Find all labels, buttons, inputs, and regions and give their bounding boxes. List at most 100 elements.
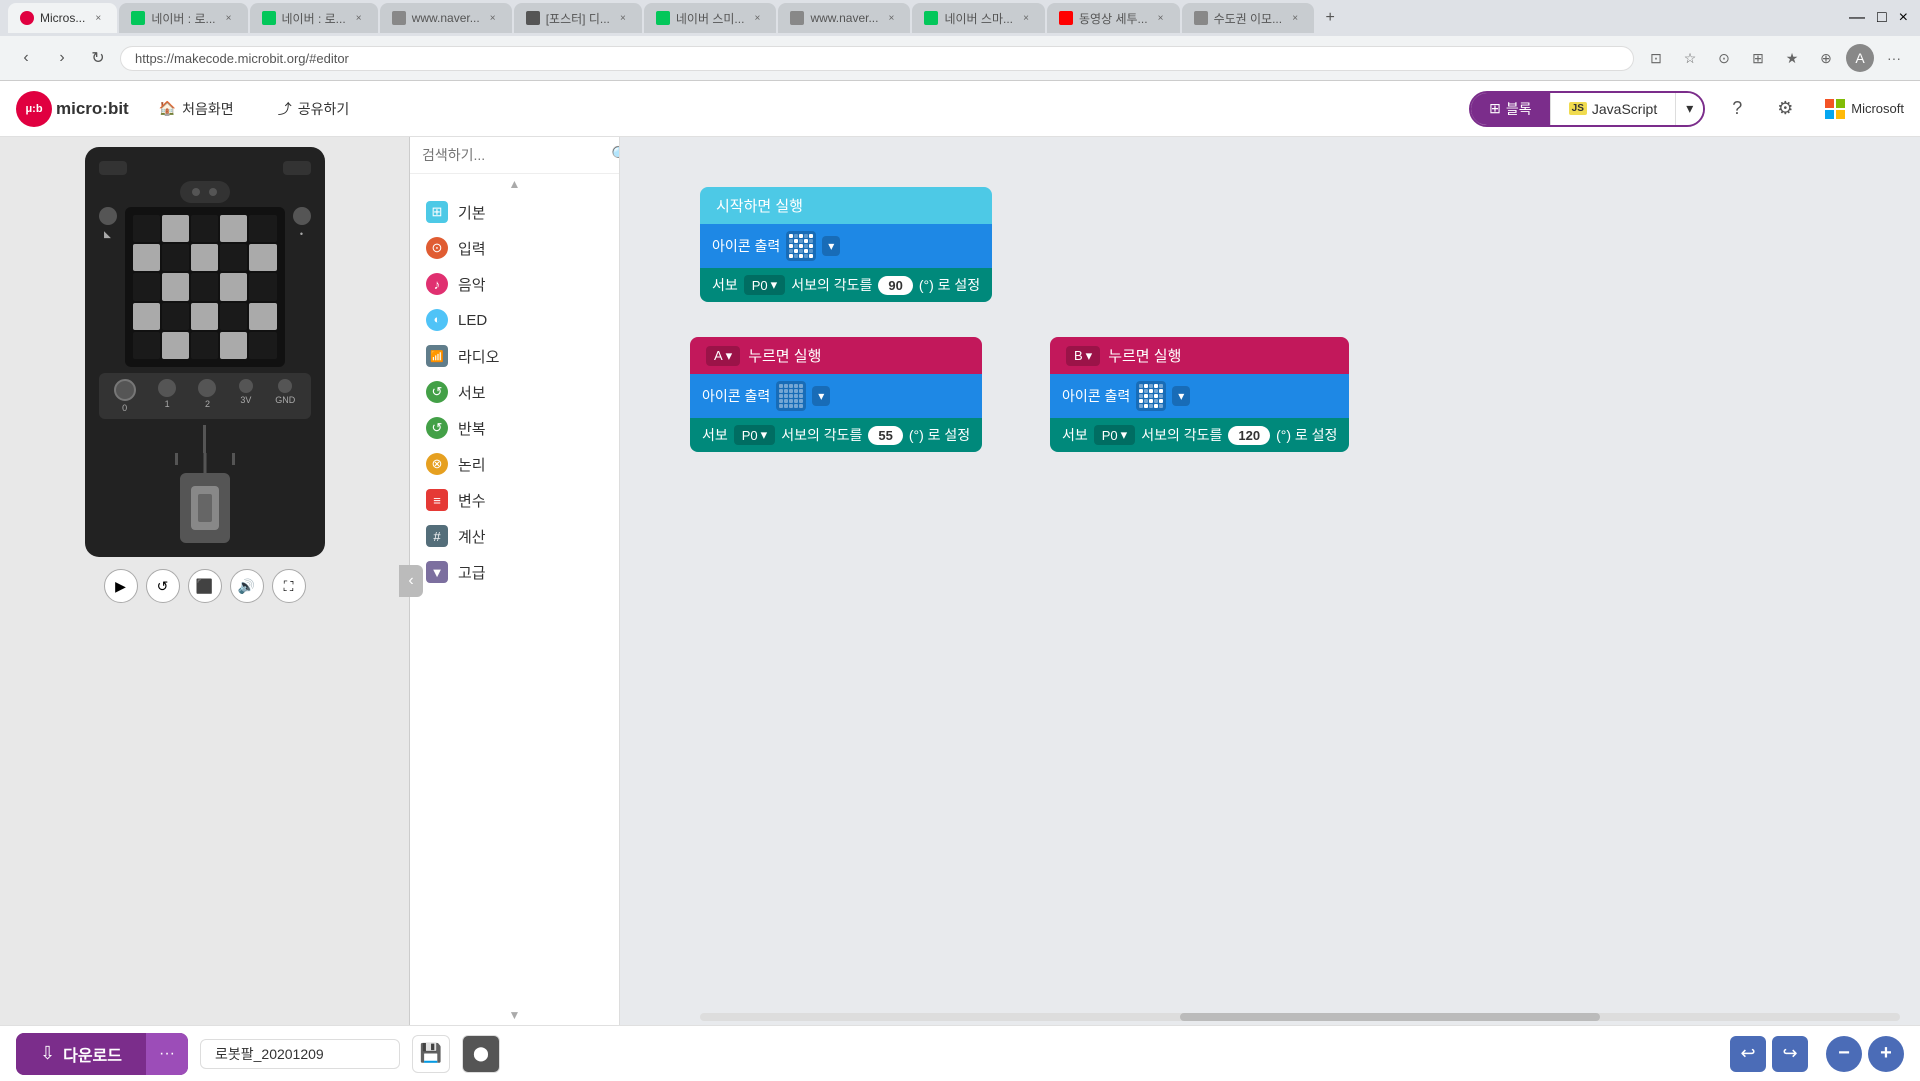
icon-output-block-b[interactable]: 아이콘 출력: [1050, 374, 1349, 418]
category-advanced[interactable]: ▼ 고급: [410, 554, 619, 590]
favorites-bar-icon[interactable]: ★: [1778, 44, 1806, 72]
category-basic[interactable]: ⊞ 기본: [410, 194, 619, 230]
button-b-header[interactable]: B ▾ 누르면 실행: [1050, 337, 1349, 374]
pin-dropdown-b[interactable]: P0 ▾: [1094, 425, 1135, 445]
button-a[interactable]: [99, 207, 117, 225]
collapse-panel-button[interactable]: ‹: [399, 565, 423, 597]
scroll-up-button[interactable]: ▲: [410, 174, 619, 194]
close-button[interactable]: ×: [1895, 5, 1912, 31]
icon-output-block-a[interactable]: 아이콘 출력: [690, 374, 982, 418]
tab-close[interactable]: ×: [616, 11, 630, 25]
tab-close[interactable]: ×: [352, 11, 366, 25]
tab-naver3[interactable]: 네이버 스미... ×: [644, 3, 777, 33]
minimize-button[interactable]: —: [1845, 5, 1869, 31]
start-block-header[interactable]: 시작하면 실행: [700, 187, 992, 224]
tab-naver4[interactable]: 네이버 스마... ×: [912, 3, 1045, 33]
angle-value-b[interactable]: 120: [1228, 426, 1270, 445]
restart-button[interactable]: ↺: [146, 569, 180, 603]
button-b-dropdown[interactable]: B ▾: [1066, 346, 1100, 366]
led-grid-icon[interactable]: [786, 231, 816, 261]
angle-value-a[interactable]: 55: [868, 426, 902, 445]
new-tab-button[interactable]: +: [1316, 4, 1344, 32]
fullscreen-button[interactable]: ⛶: [272, 569, 306, 603]
category-logic[interactable]: ⊗ 논리: [410, 446, 619, 482]
tab-microbit[interactable]: Micros... ×: [8, 3, 117, 33]
blocks-tab[interactable]: ⊞ 블록: [1471, 93, 1550, 125]
tab-poster[interactable]: [포스터] 디... ×: [514, 3, 642, 33]
category-led[interactable]: ◐ LED: [410, 302, 619, 338]
category-radio[interactable]: 📶 라디오: [410, 338, 619, 374]
icon-dropdown-b[interactable]: ▾: [1172, 386, 1190, 406]
code-canvas[interactable]: 시작하면 실행 아이콘 출력: [620, 137, 1920, 1025]
more-options-button[interactable]: ···: [146, 1033, 188, 1075]
tab-naver1[interactable]: 네이버 : 로... ×: [119, 3, 247, 33]
pin-dropdown[interactable]: P0 ▾: [744, 275, 785, 295]
tab-close[interactable]: ×: [750, 11, 764, 25]
tab-www1[interactable]: www.naver... ×: [380, 3, 512, 33]
category-math[interactable]: # 계산: [410, 518, 619, 554]
tab-metro[interactable]: 수도권 이모... ×: [1182, 3, 1315, 33]
icon-output-block-1[interactable]: 아이콘 출력: [700, 224, 992, 268]
filename-input[interactable]: [200, 1039, 400, 1069]
collections-icon[interactable]: ⊞: [1744, 44, 1772, 72]
icon-dropdown-a[interactable]: ▾: [812, 386, 830, 406]
favorites-icon[interactable]: ☆: [1676, 44, 1704, 72]
search-input[interactable]: [422, 147, 603, 163]
tab-close[interactable]: ×: [1019, 11, 1033, 25]
language-dropdown[interactable]: ▾: [1675, 93, 1703, 125]
category-loops[interactable]: ↺ 반복: [410, 410, 619, 446]
forward-button[interactable]: ›: [48, 44, 76, 72]
help-button[interactable]: ?: [1721, 93, 1753, 125]
tab-close[interactable]: ×: [486, 11, 500, 25]
angle-value[interactable]: 90: [878, 276, 912, 295]
profile-icon[interactable]: ⊙: [1710, 44, 1738, 72]
settings-button[interactable]: ⚙: [1769, 93, 1801, 125]
downloads-icon[interactable]: ⊕: [1812, 44, 1840, 72]
button-a-dropdown[interactable]: A ▾: [706, 346, 740, 366]
led-grid-icon-a[interactable]: [776, 381, 806, 411]
maximize-button[interactable]: □: [1873, 5, 1891, 31]
save-button[interactable]: 💾: [412, 1035, 450, 1073]
more-icon[interactable]: ···: [1880, 44, 1908, 72]
javascript-tab[interactable]: JS JavaScript: [1550, 93, 1676, 125]
home-button[interactable]: 🏠 처음화면: [145, 93, 248, 125]
extensions-icon[interactable]: ⊡: [1642, 44, 1670, 72]
tab-naver2[interactable]: 네이버 : 로... ×: [250, 3, 378, 33]
horizontal-scrollbar[interactable]: [700, 1013, 1900, 1021]
servo-block-1[interactable]: 서보 P0 ▾ 서보의 각도를 90 (°) 로 설정: [700, 268, 992, 302]
button-a-header[interactable]: A ▾ 누르면 실행: [690, 337, 982, 374]
button-b[interactable]: [293, 207, 311, 225]
led-grid-icon-b[interactable]: [1136, 381, 1166, 411]
tab-www2[interactable]: www.naver... ×: [778, 3, 910, 33]
back-button[interactable]: ‹: [12, 44, 40, 72]
share-button[interactable]: ⤴ 공유하기: [264, 93, 364, 125]
category-variables[interactable]: ≡ 변수: [410, 482, 619, 518]
scroll-down-button[interactable]: ▼: [410, 1005, 619, 1025]
github-button[interactable]: ⬤: [462, 1035, 500, 1073]
zoom-out-button[interactable]: −: [1826, 1036, 1862, 1072]
zoom-in-button[interactable]: +: [1868, 1036, 1904, 1072]
tab-close[interactable]: ×: [222, 11, 236, 25]
refresh-button[interactable]: ↻: [84, 44, 112, 72]
icon-dropdown[interactable]: ▾: [822, 236, 840, 256]
sound-button[interactable]: 🔊: [230, 569, 264, 603]
stop-button[interactable]: ⬛: [188, 569, 222, 603]
undo-button[interactable]: ↩: [1730, 1036, 1766, 1072]
tab-close[interactable]: ×: [884, 11, 898, 25]
tab-youtube[interactable]: 동영상 세투... ×: [1047, 3, 1180, 33]
category-input[interactable]: ⊙ 입력: [410, 230, 619, 266]
servo-block-a[interactable]: 서보 P0 ▾ 서보의 각도를 55 (°) 로 설정: [690, 418, 982, 452]
tab-close[interactable]: ×: [91, 11, 105, 25]
user-icon[interactable]: A: [1846, 44, 1874, 72]
download-button[interactable]: ⇩ 다운로드: [16, 1033, 146, 1075]
play-button[interactable]: ▶: [104, 569, 138, 603]
tab-close[interactable]: ×: [1288, 11, 1302, 25]
search-icon[interactable]: 🔍: [611, 145, 620, 165]
url-box[interactable]: https://makecode.microbit.org/#editor: [120, 46, 1634, 71]
tab-close[interactable]: ×: [1154, 11, 1168, 25]
pin-dropdown-a[interactable]: P0 ▾: [734, 425, 775, 445]
redo-button[interactable]: ↪: [1772, 1036, 1808, 1072]
servo-block-b[interactable]: 서보 P0 ▾ 서보의 각도를 120 (°) 로 설정: [1050, 418, 1349, 452]
category-music[interactable]: ♪ 음악: [410, 266, 619, 302]
category-servo[interactable]: ↺ 서보: [410, 374, 619, 410]
